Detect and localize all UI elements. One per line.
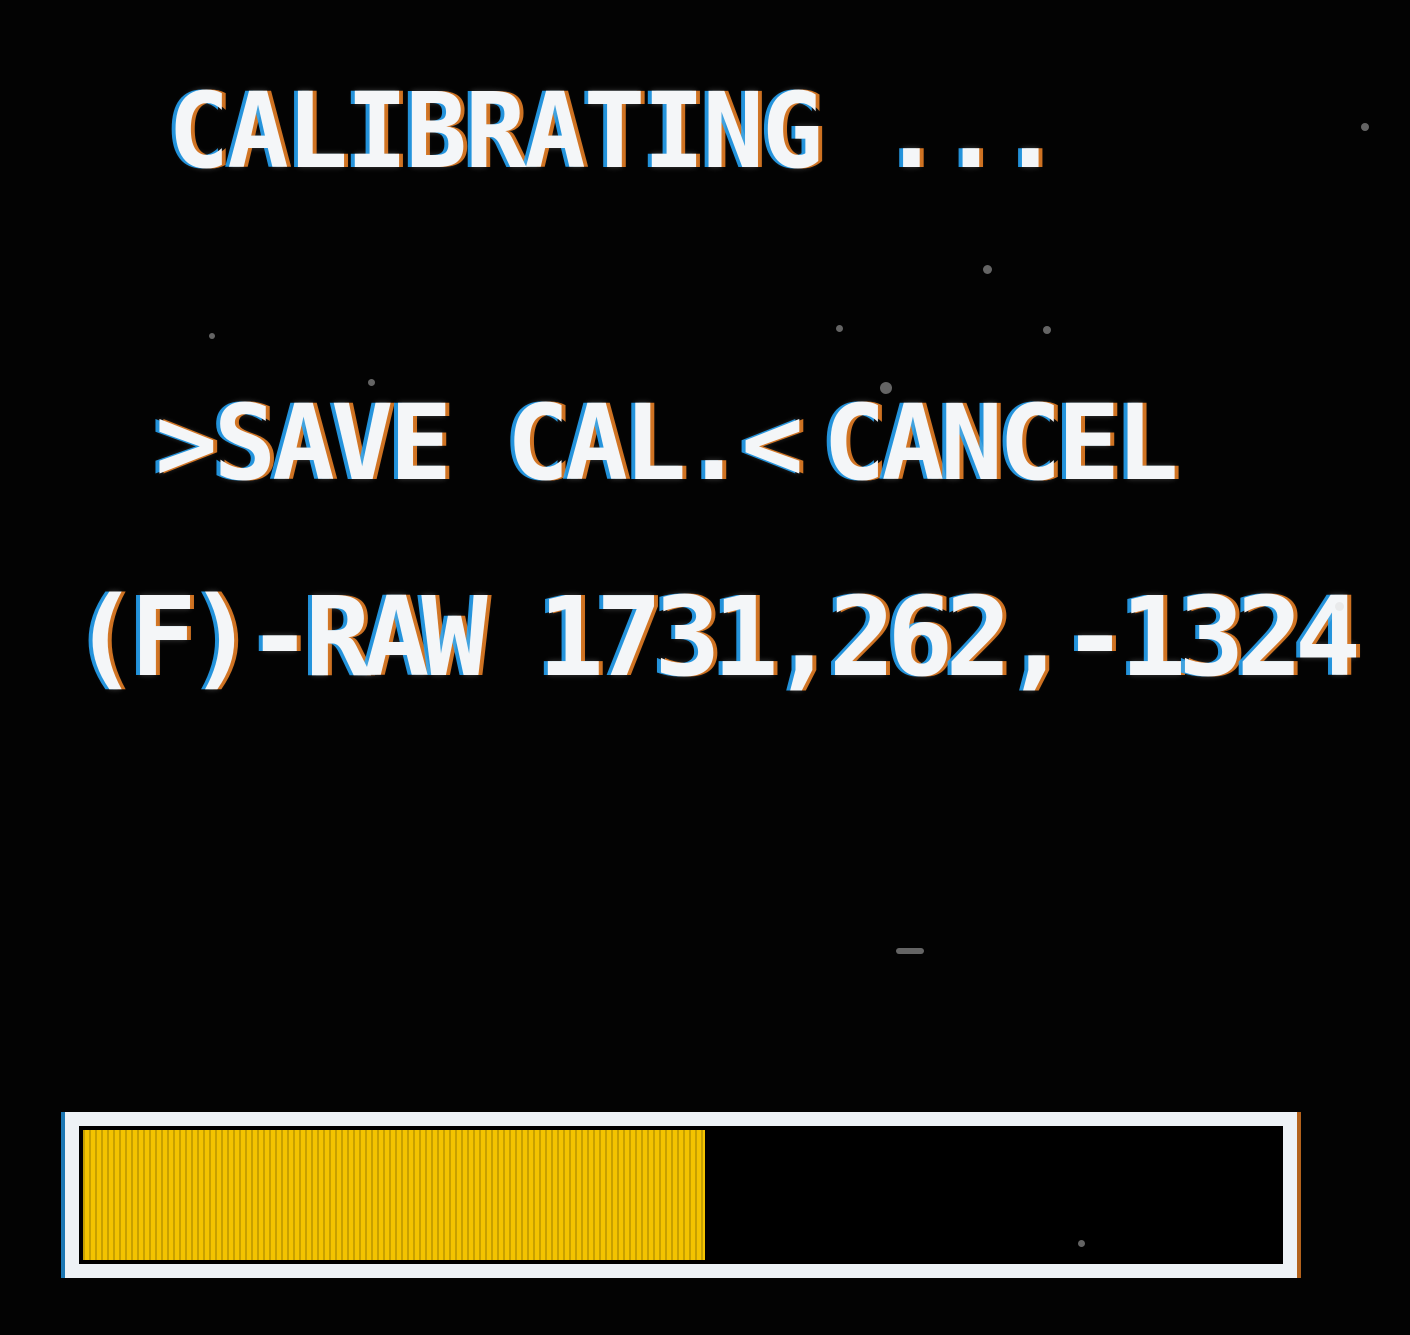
dust-speck (983, 265, 992, 274)
progress-fill (83, 1130, 705, 1260)
dust-speck (836, 325, 843, 332)
calibrating-title: CALIBRATING ... (168, 70, 1061, 192)
calibration-menu: >SAVE CAL.< CANCEL (155, 388, 1255, 498)
calibration-progress-bar (65, 1112, 1297, 1278)
dust-speck (1078, 1240, 1085, 1247)
dust-speck (1335, 602, 1344, 611)
dust-speck (880, 382, 892, 394)
raw-sensor-readout: (F)-RAW 1731,262,-1324 (72, 573, 1361, 701)
dust-speck (896, 948, 924, 954)
dust-speck (368, 379, 375, 386)
cancel-option[interactable]: CANCEL (823, 388, 1179, 498)
save-cal-option[interactable]: >SAVE CAL.< (155, 388, 804, 498)
dust-speck (1361, 123, 1369, 131)
device-screen: CALIBRATING ... >SAVE CAL.< CANCEL (F)-R… (0, 0, 1410, 1335)
dust-speck (209, 333, 215, 339)
dust-speck (1043, 326, 1051, 334)
